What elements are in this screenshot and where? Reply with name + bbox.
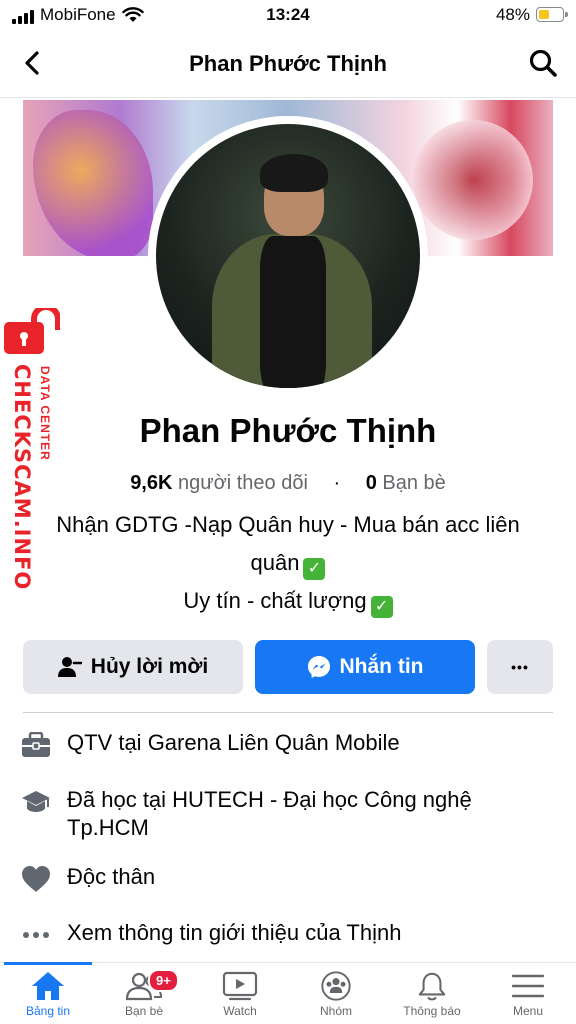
tab-watch-label: Watch: [223, 1004, 257, 1018]
cancel-request-button[interactable]: Hủy lời mời: [23, 640, 243, 694]
tab-notifications[interactable]: Thông báo: [384, 963, 480, 1024]
battery-icon: [536, 7, 568, 22]
more-options-button[interactable]: •••: [487, 640, 553, 694]
search-icon[interactable]: [528, 48, 558, 78]
stats-separator: ·: [333, 472, 341, 494]
info-work[interactable]: QTV tại Garena Liên Quân Mobile: [20, 729, 556, 761]
message-button[interactable]: Nhắn tin: [255, 640, 475, 694]
check-mark-icon: ✓: [370, 596, 393, 618]
status-bar: MobiFone 13:24 48%: [0, 0, 576, 30]
see-about-link[interactable]: Xem thông tin giới thiệu của Thịnh: [20, 919, 556, 951]
profile-picture[interactable]: [148, 116, 428, 396]
cancel-request-label: Hủy lời mời: [90, 655, 209, 678]
tab-friends-label: Bạn bè: [124, 1004, 164, 1018]
tab-groups[interactable]: Nhóm: [288, 963, 384, 1024]
divider: [23, 712, 553, 713]
see-about-text: Xem thông tin giới thiệu của Thịnh: [67, 920, 402, 945]
tab-menu[interactable]: Menu: [480, 963, 576, 1024]
more-horizontal-icon: [20, 919, 52, 951]
bell-icon: [418, 972, 446, 1001]
profile-stats: 9,6K người theo dõi · 0 Bạn bè: [0, 472, 576, 495]
info-relationship: Độc thân: [20, 863, 556, 895]
clock: 13:24: [266, 5, 310, 24]
page-title: Phan Phước Thịnh: [189, 51, 387, 76]
more-icon: •••: [511, 659, 529, 675]
followers-count: 9,6K: [130, 472, 173, 494]
tab-watch[interactable]: Watch: [192, 963, 288, 1024]
edu-prefix: Đã học tại: [67, 787, 173, 812]
profile-bio: Nhận GDTG -Nạp Quân huy - Mua bán acc li…: [30, 506, 546, 620]
messenger-icon: [307, 656, 330, 678]
tab-friends[interactable]: 9+ Bạn bè: [96, 963, 192, 1024]
friends-label[interactable]: Bạn bè: [382, 472, 445, 494]
avatar: [156, 124, 420, 388]
relationship-text: Độc thân: [67, 864, 156, 889]
work-prefix: QTV tại: [67, 730, 148, 755]
cancel-friend-icon: [57, 657, 82, 677]
home-icon: [32, 972, 64, 1000]
watch-icon: [222, 971, 258, 1001]
friends-count: 0: [365, 472, 377, 494]
bio-line-1: Nhận GDTG -Nạp Quân huy - Mua bán acc li…: [56, 512, 520, 575]
tab-groups-label: Nhóm: [319, 1004, 352, 1018]
info-education[interactable]: Đã học tại HUTECH - Đại học Công nghệ Tp…: [20, 786, 556, 842]
bio-line-2: Uy tín - chất lượng: [183, 588, 367, 613]
battery-percent: 48%: [495, 5, 530, 24]
tab-menu-label: Menu: [512, 1004, 544, 1018]
menu-icon: [511, 974, 545, 998]
heart-icon: [20, 863, 52, 895]
work-place: Garena Liên Quân Mobile: [147, 730, 400, 755]
profile-name: Phan Phước Thịnh: [139, 412, 437, 449]
lock-icon: [4, 308, 60, 354]
bottom-tab-bar: Bảng tin 9+ Bạn bè Watch Nhóm Thông báo …: [0, 962, 576, 1024]
message-label: Nhắn tin: [339, 655, 424, 678]
graduation-cap-icon: [20, 786, 52, 818]
tab-notifications-label: Thông báo: [403, 1004, 461, 1018]
followers-label[interactable]: người theo dõi: [178, 472, 308, 494]
check-mark-icon: ✓: [303, 558, 326, 580]
tab-home-label: Bảng tin: [25, 1004, 71, 1018]
tab-home[interactable]: Bảng tin: [0, 962, 96, 1024]
briefcase-icon: [20, 729, 52, 761]
top-nav-bar: Phan Phước Thịnh: [0, 30, 576, 98]
friends-badge: 9+: [148, 969, 179, 992]
groups-icon: [321, 971, 351, 1001]
